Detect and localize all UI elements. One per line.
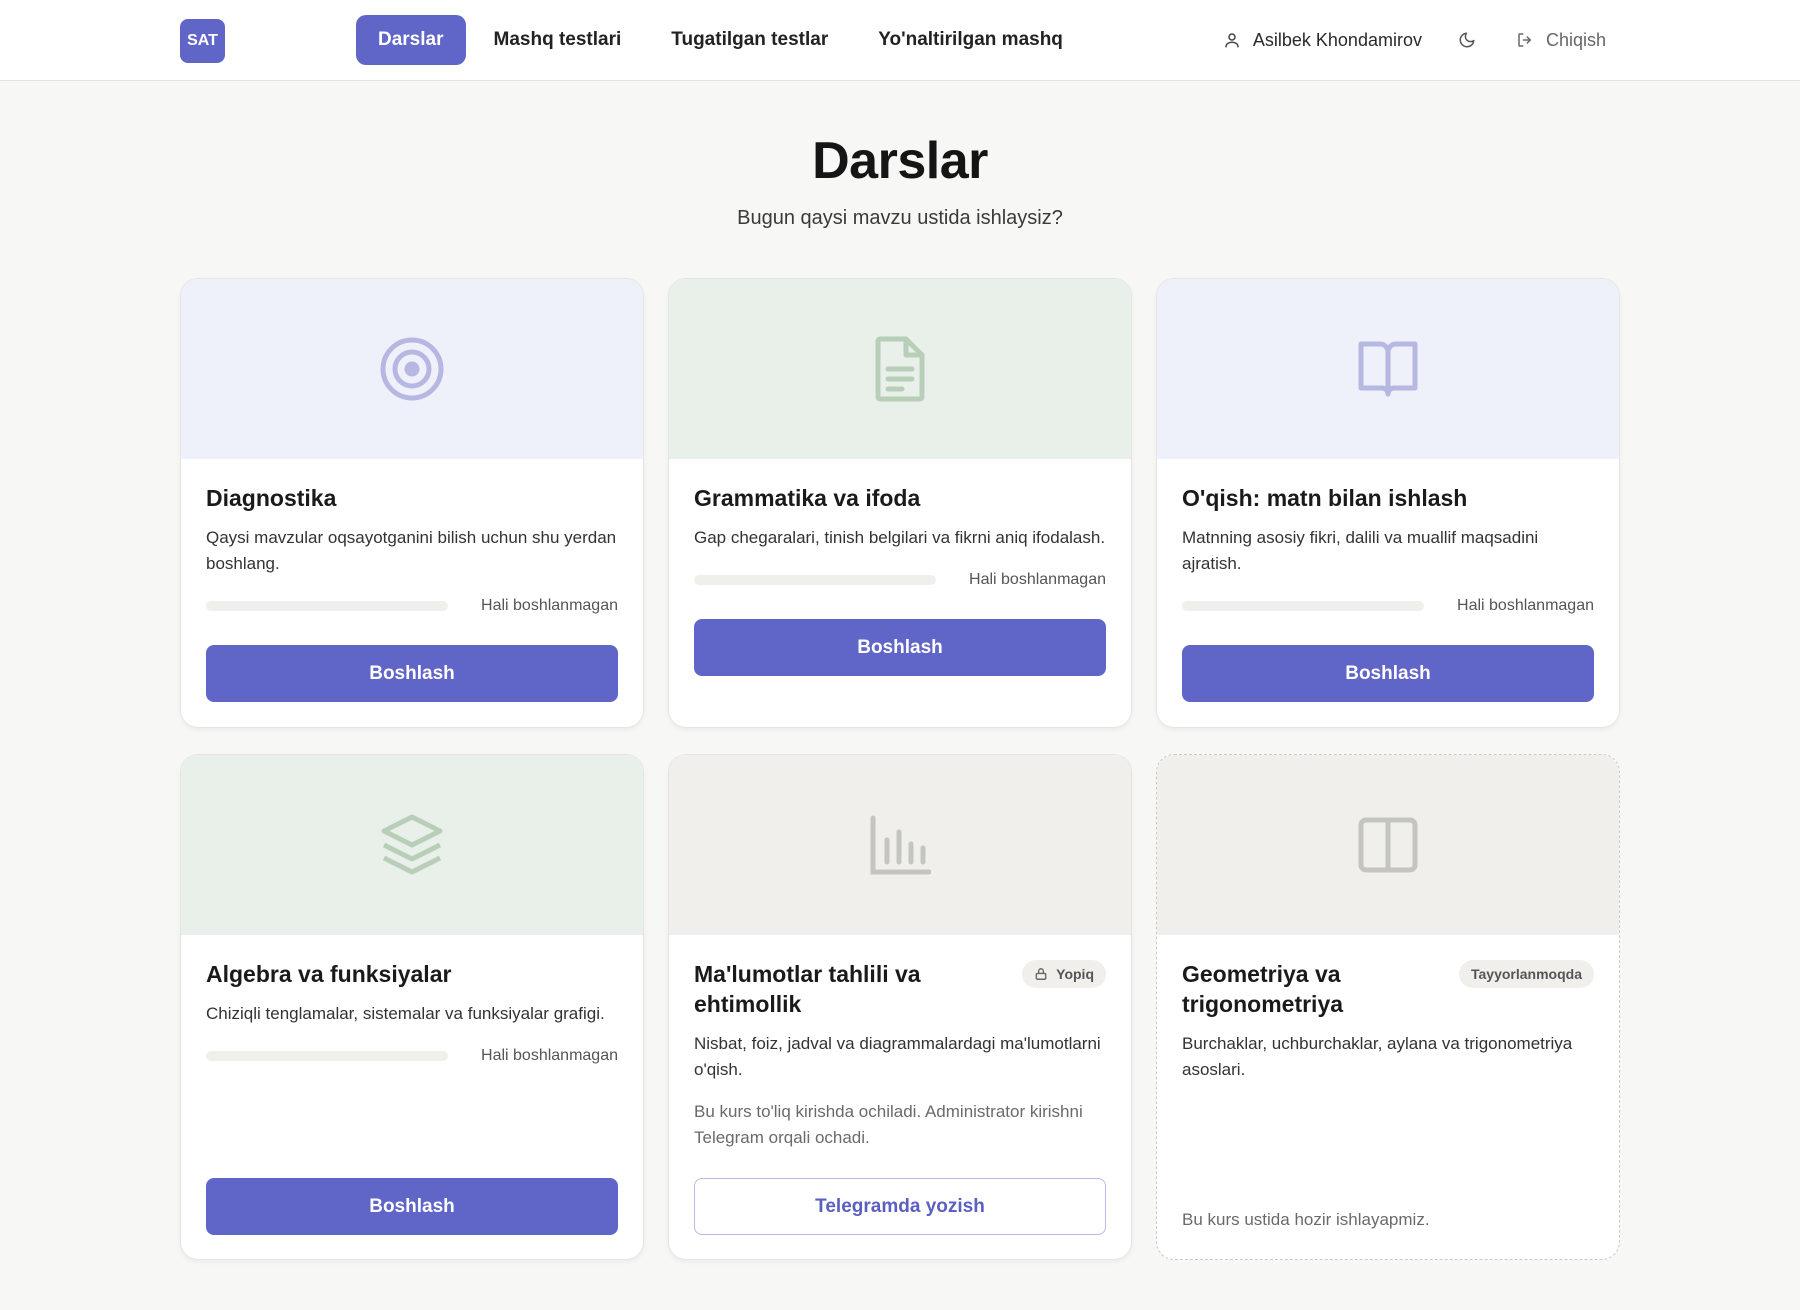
- user-name: Asilbek Khondamirov: [1252, 29, 1422, 50]
- telegram-button[interactable]: Telegramda yozish: [694, 1178, 1106, 1235]
- logout-icon: [1518, 33, 1531, 47]
- moon-icon: [1459, 32, 1475, 48]
- course-card-grammatika: Grammatika va ifoda Gap chegaralari, tin…: [668, 278, 1132, 728]
- top-navbar: SAT Darslar Mashq testlari Tugatilgan te…: [0, 0, 1800, 81]
- card-media: [1157, 279, 1619, 459]
- status-note: Bu kurs ustida hozir ishlayapmiz.: [1182, 1210, 1430, 1229]
- status-badge: Tayyorlanmoqda: [1459, 960, 1594, 988]
- course-card-oqish: O'qish: matn bilan ishlash Matnning asos…: [1156, 278, 1620, 728]
- main-nav: Darslar Mashq testlari Tugatilgan testla…: [356, 15, 1091, 65]
- card-media: [181, 279, 643, 459]
- card-title: Algebra va funksiyalar: [206, 961, 452, 987]
- bar-chart-icon: [870, 815, 931, 875]
- card-media: [669, 755, 1131, 935]
- nav-tugatilgan-testlar[interactable]: Tugatilgan testlar: [649, 15, 850, 65]
- progress-bar: [206, 601, 448, 611]
- layers-icon: [381, 814, 443, 875]
- card-title: Ma'lumotlar tahlili va ehtimollik: [694, 961, 921, 1017]
- start-button[interactable]: Boshlash: [1182, 645, 1594, 702]
- progress-bar: [206, 1051, 448, 1061]
- target-icon: [380, 337, 444, 401]
- card-media: [1157, 755, 1619, 935]
- start-button[interactable]: Boshlash: [206, 1178, 618, 1235]
- page-subtitle: Bugun qaysi mavzu ustida ishlaysiz?: [737, 207, 1063, 229]
- progress-label: Hali boshlanmagan: [1457, 597, 1594, 614]
- access-note: Bu kurs to'liq kirishda ochiladi. Admini…: [694, 1102, 1083, 1147]
- course-card-malumotlar: Ma'lumotlar tahlili va ehtimollik Yopiq …: [668, 754, 1132, 1260]
- progress-row: Hali boshlanmagan: [206, 597, 618, 615]
- progress-row: Hali boshlanmagan: [694, 571, 1106, 589]
- card-media: [181, 755, 643, 935]
- card-title: Diagnostika: [206, 485, 337, 511]
- logout-button[interactable]: Chiqish: [1516, 30, 1606, 51]
- page-title: Darslar: [812, 132, 988, 190]
- card-description: Nisbat, foiz, jadval va diagrammalardagi…: [694, 1034, 1101, 1079]
- course-card-algebra: Algebra va funksiyalar Chiziqli tenglama…: [180, 754, 644, 1260]
- user-icon: [1225, 33, 1239, 48]
- course-card-geometriya: Geometriya va trigonometriya Tayyorlanmo…: [1156, 754, 1620, 1260]
- progress-label: Hali boshlanmagan: [481, 1047, 618, 1064]
- card-description: Burchaklar, uchburchaklar, aylana va tri…: [1182, 1034, 1573, 1079]
- theme-toggle-button[interactable]: [1458, 31, 1476, 49]
- progress-label: Hali boshlanmagan: [481, 597, 618, 614]
- progress-row: Hali boshlanmagan: [206, 1047, 618, 1065]
- progress-bar: [1182, 601, 1424, 611]
- card-media: [669, 279, 1131, 459]
- card-description: Chiziqli tenglamalar, sistemalar va funk…: [206, 1004, 605, 1023]
- logout-label: Chiqish: [1545, 29, 1606, 50]
- start-button[interactable]: Boshlash: [694, 619, 1106, 676]
- nav-mashq-testlari[interactable]: Mashq testlari: [472, 15, 644, 65]
- start-button[interactable]: Boshlash: [206, 645, 618, 702]
- progress-row: Hali boshlanmagan: [1182, 597, 1594, 615]
- user-area: Asilbek Khondamirov Chiqish: [1223, 15, 1606, 65]
- progress-label: Hali boshlanmagan: [969, 571, 1106, 588]
- document-icon: [875, 336, 925, 402]
- progress-bar: [694, 575, 936, 585]
- card-description: Gap chegaralari, tinish belgilari va fik…: [694, 528, 1106, 547]
- card-description: Qaysi mavzular oqsayotganini bilish uchu…: [206, 528, 617, 573]
- card-title: Grammatika va ifoda: [694, 485, 921, 511]
- card-title: O'qish: matn bilan ishlash: [1182, 485, 1468, 511]
- lock-icon: [1035, 968, 1047, 980]
- locked-badge: Yopiq: [1022, 960, 1106, 988]
- card-title: Geometriya va trigonometriya: [1182, 961, 1344, 1017]
- nav-darslar[interactable]: Darslar: [356, 15, 466, 65]
- book-open-icon: [1358, 341, 1418, 397]
- user-profile[interactable]: Asilbek Khondamirov: [1223, 30, 1422, 51]
- sat-logo[interactable]: SAT: [180, 19, 225, 63]
- badge-label: Yopiq: [1056, 966, 1094, 982]
- card-description: Matnning asosiy fikri, dalili va muallif…: [1182, 528, 1539, 573]
- course-card-diagnostika: Diagnostika Qaysi mavzular oqsayotganini…: [180, 278, 644, 728]
- panel-icon: [1358, 817, 1418, 873]
- course-grid: Diagnostika Qaysi mavzular oqsayotganini…: [180, 278, 1620, 1260]
- nav-yonaltirilgan-mashq[interactable]: Yo'naltirilgan mashq: [856, 15, 1085, 65]
